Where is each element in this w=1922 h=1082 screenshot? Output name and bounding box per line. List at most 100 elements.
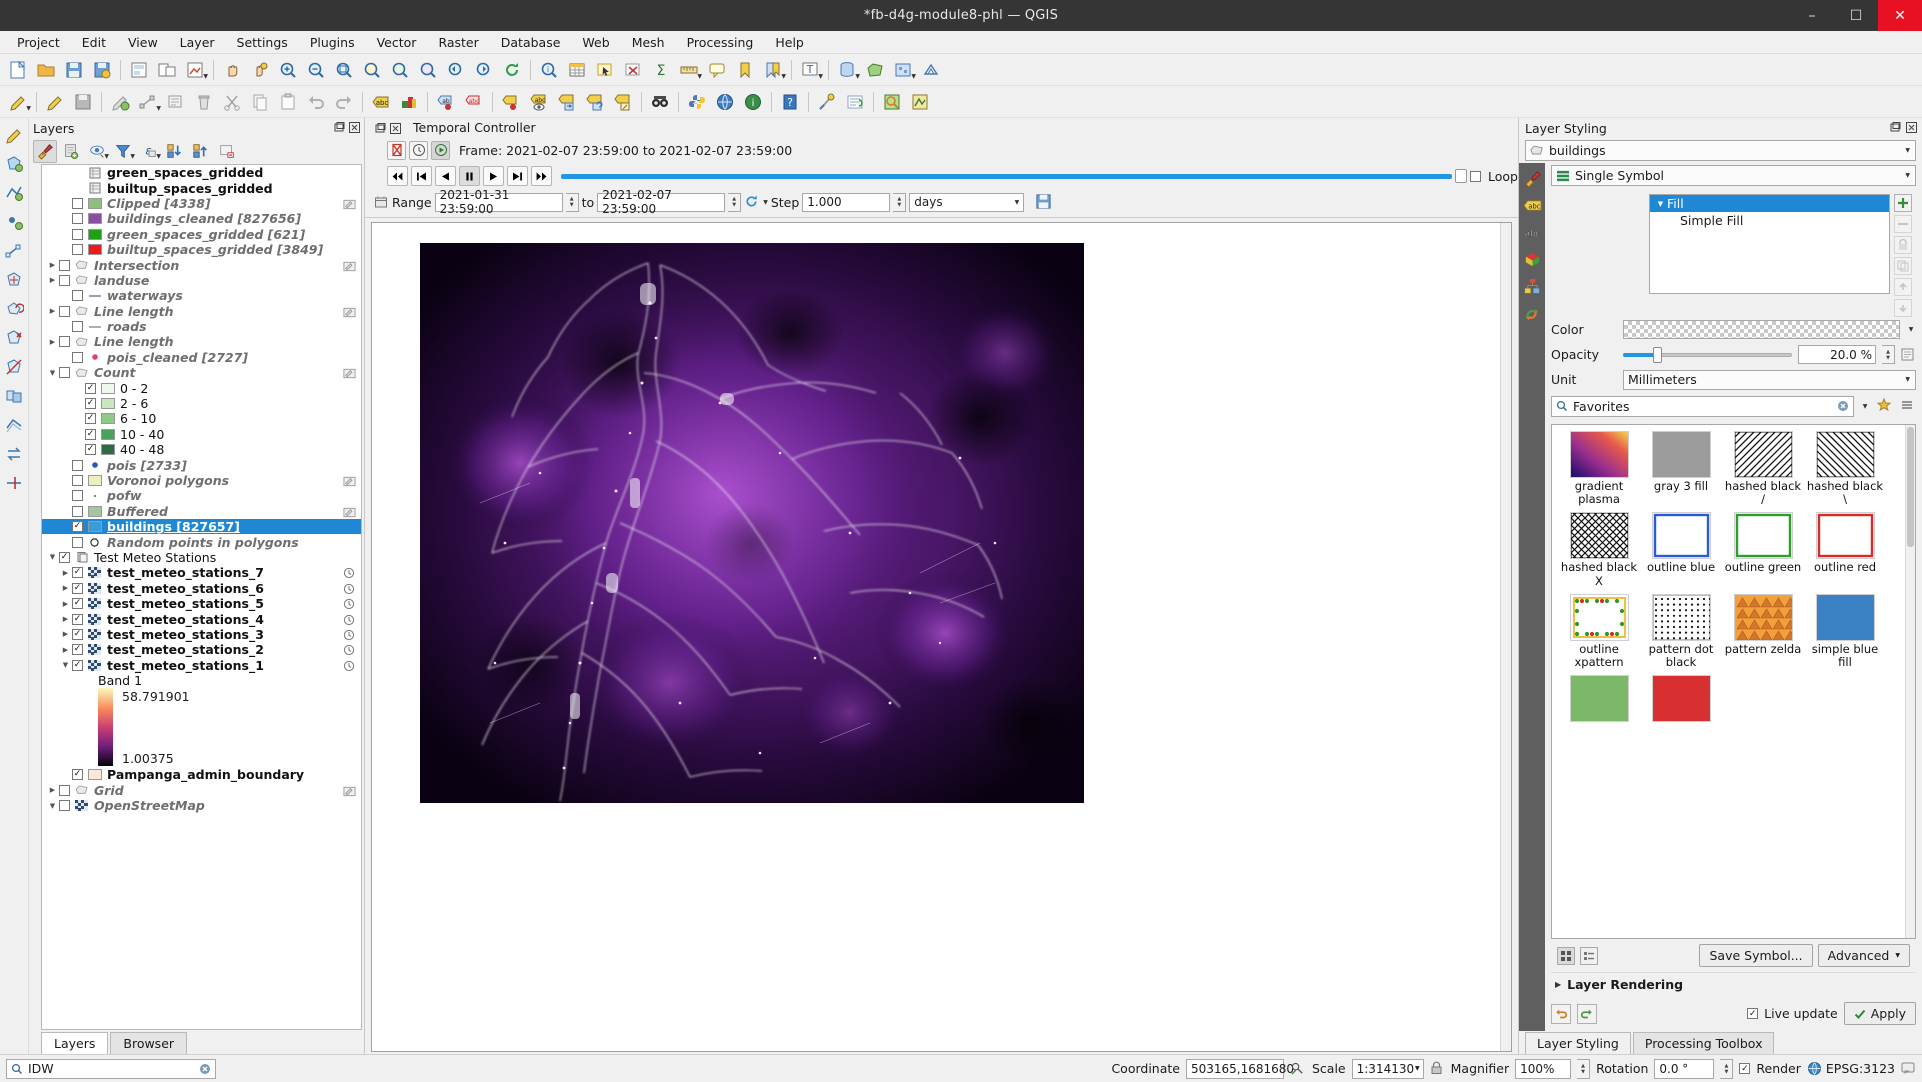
rotate-label-icon[interactable] (582, 89, 608, 115)
merge-features-icon[interactable] (1, 383, 27, 409)
move-feature-icon[interactable] (1, 267, 27, 293)
layer-visibility-checkbox[interactable] (59, 367, 70, 378)
temporal-clock-icon[interactable] (343, 629, 357, 640)
redo-icon[interactable] (331, 89, 357, 115)
temporal-clock-icon[interactable] (343, 567, 357, 578)
layer-visibility-checkbox[interactable] (72, 244, 83, 255)
processing-toolbox-icon[interactable] (814, 89, 840, 115)
layer-visibility-checkbox[interactable]: ✓ (72, 769, 83, 780)
zoom-last-icon[interactable] (443, 57, 469, 83)
menu-settings[interactable]: Settings (226, 33, 299, 52)
layer-styling-icon[interactable] (396, 89, 422, 115)
edit-pencil-icon[interactable] (343, 198, 357, 209)
tree-expander-icon[interactable]: ▶ (46, 307, 59, 315)
layer-visibility-checkbox[interactable] (72, 475, 83, 486)
add-to-favorites-icon[interactable] (1876, 397, 1894, 415)
tree-expander-icon[interactable]: ▶ (59, 569, 72, 577)
show-hide-labels-icon[interactable]: abc (526, 89, 552, 115)
styling-layer-combo[interactable]: buildings ▼ (1525, 140, 1916, 161)
layer-visibility-checkbox[interactable]: ✓ (85, 429, 96, 440)
split-features-icon[interactable] (1, 354, 27, 380)
color-dropdown-caret-icon[interactable]: ▼ (1906, 326, 1916, 333)
play-reverse-button[interactable] (435, 166, 456, 186)
georeferencer-icon[interactable] (879, 89, 905, 115)
layer-visibility-checkbox[interactable] (59, 336, 70, 347)
layer-tree-row[interactable]: buildings_cleaned [827656] (42, 211, 361, 226)
select-features-icon[interactable] (592, 57, 618, 83)
map-canvas[interactable] (420, 243, 1084, 803)
labels-tab-icon[interactable]: abc (1522, 195, 1542, 215)
cut-features-icon[interactable] (219, 89, 245, 115)
layer-visibility-checkbox[interactable] (59, 800, 70, 811)
range-start-input[interactable]: 2021-01-31 23:59:00 (435, 193, 563, 212)
opacity-spinner[interactable]: ▲▼ (1882, 345, 1895, 364)
layer-visibility-checkbox[interactable]: ✓ (72, 583, 83, 594)
open-project-icon[interactable] (33, 57, 59, 83)
statistical-summary-icon[interactable]: Σ (648, 57, 674, 83)
pin-labels-icon[interactable]: ab (433, 89, 459, 115)
opacity-slider[interactable] (1623, 345, 1792, 364)
step-backward-button[interactable] (411, 166, 432, 186)
layer-tree-row[interactable]: ▶Intersection (42, 257, 361, 272)
tree-expander-icon[interactable]: ▶ (59, 646, 72, 654)
layer-visibility-checkbox[interactable] (72, 352, 83, 363)
layer-visibility-checkbox[interactable] (72, 229, 83, 240)
temporal-slider-handle[interactable] (1455, 169, 1467, 183)
zoom-to-selection-icon[interactable] (359, 57, 385, 83)
symbol-layer-fill[interactable]: ▼ Fill (1650, 195, 1889, 212)
new-bookmark-icon[interactable] (732, 57, 758, 83)
magnifier-spinner[interactable]: ▲▼ (1577, 1059, 1590, 1079)
map-canvas-container[interactable] (371, 222, 1512, 1052)
vertex-tool-vtool-icon[interactable] (1, 238, 27, 264)
zoom-out-icon[interactable] (303, 57, 329, 83)
tree-expander-icon[interactable]: ▶ (46, 786, 59, 794)
vertex-tool-icon[interactable]: ▼ (135, 89, 161, 115)
set-to-full-range-icon[interactable] (373, 194, 389, 210)
menu-plugins[interactable]: Plugins (299, 33, 366, 52)
layer-visibility-checkbox[interactable] (59, 785, 70, 796)
text-annotation-icon[interactable]: T▼ (797, 57, 823, 83)
add-line-feature-icon[interactable] (1, 180, 27, 206)
magnifier-input[interactable]: 100% (1515, 1059, 1571, 1079)
layer-tree-row[interactable]: ▶✓test_meteo_stations_3 (42, 627, 361, 642)
layer-tree-row[interactable]: ▶✓test_meteo_stations_5 (42, 596, 361, 611)
modify-attributes-icon[interactable] (163, 89, 189, 115)
layer-visibility-checkbox[interactable] (59, 306, 70, 317)
layer-visibility-checkbox[interactable]: ✓ (72, 567, 83, 578)
map-tips-icon[interactable] (704, 57, 730, 83)
layer-tree-row[interactable]: ▼Count (42, 365, 361, 380)
tree-expander-icon[interactable]: ▼ (46, 553, 59, 561)
pan-to-selection-icon[interactable] (247, 57, 273, 83)
symbol-gallery-item[interactable] (1558, 675, 1640, 724)
tree-expander-icon[interactable]: ▼ (59, 661, 72, 669)
temporal-clock-icon[interactable] (343, 614, 357, 625)
close-styling-panel-icon[interactable] (1905, 121, 1917, 133)
tree-expander-icon[interactable]: ▶ (46, 276, 59, 284)
layer-visibility-checkbox[interactable] (72, 506, 83, 517)
layer-tree-row[interactable]: ✓40 - 48 (42, 442, 361, 457)
layer-visibility-checkbox[interactable]: ✓ (85, 413, 96, 424)
layer-tree-row[interactable]: ✓2 - 6 (42, 396, 361, 411)
symbology-tab-icon[interactable] (1522, 168, 1542, 188)
paste-features-icon[interactable] (275, 89, 301, 115)
temporal-clock-icon[interactable] (343, 644, 357, 655)
symbol-gallery[interactable]: gradient plasmagray 3 fillhashed black /… (1551, 424, 1916, 939)
add-vector-layer-icon[interactable] (862, 57, 888, 83)
live-update-checkbox[interactable]: ✓ (1747, 1008, 1758, 1019)
symbol-gallery-scrollbar[interactable] (1905, 425, 1915, 938)
zoom-to-layer-icon[interactable] (387, 57, 413, 83)
new-print-layout-icon[interactable] (126, 57, 152, 83)
redo-style-button[interactable] (1577, 1004, 1597, 1024)
symbol-gallery-item[interactable]: hashed black / (1722, 431, 1804, 506)
lock-scale-icon[interactable] (1430, 1061, 1445, 1076)
remove-layer-button[interactable] (215, 140, 239, 163)
zoom-full-icon[interactable] (331, 57, 357, 83)
symbol-gallery-item[interactable]: outline xpattern (1558, 594, 1640, 669)
open-datasource-manager-icon[interactable]: ▼ (834, 57, 860, 83)
close-temporal-panel-icon[interactable] (389, 122, 401, 134)
symbol-search-caret-icon[interactable]: ▼ (1860, 403, 1870, 410)
label-icon[interactable]: abc (368, 89, 394, 115)
layer-visibility-checkbox[interactable] (72, 460, 83, 471)
scale-combo[interactable]: 1:314130 ▼ (1352, 1059, 1424, 1079)
crs-status[interactable]: EPSG:3123 (1807, 1061, 1895, 1076)
